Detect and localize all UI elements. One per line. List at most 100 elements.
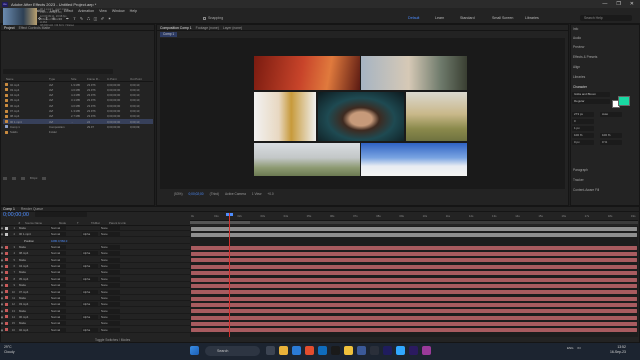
roto-brush-tool-icon[interactable]: ✐ [100,16,105,21]
project-item[interactable]: Solids Folder [3,130,153,135]
menu-window[interactable]: Window [112,9,125,13]
eraser-tool-icon[interactable]: ◫ [93,16,98,21]
layer-label-color[interactable] [5,315,8,319]
region-label[interactable]: IN [578,346,581,350]
project-search-input[interactable] [3,69,113,74]
layer-label-color[interactable] [5,302,8,306]
taskbar-search[interactable]: Search [205,346,260,356]
blend-mode-dropdown[interactable]: Normal [50,289,66,294]
premiere-icon[interactable] [383,346,392,355]
project-item[interactable]: Comp 1 Composition 29.97 0;00;00;00 0;00;09; [3,124,153,129]
after-effects-icon[interactable] [409,346,418,355]
task-view-icon[interactable] [266,346,275,355]
layer-duration-bar[interactable] [191,245,637,250]
media-icon[interactable] [331,346,340,355]
layer-duration-bar[interactable] [191,290,637,295]
layer-duration-bar[interactable] [191,309,637,314]
layer-duration-bar[interactable] [191,296,637,301]
parent-dropdown[interactable]: None [100,276,120,281]
app-icon[interactable] [357,346,366,355]
snapping-checkbox[interactable] [203,16,206,20]
layer-name[interactable]: 03.mp4 [16,302,50,306]
project-item[interactable]: 06.mp4 AVI 4.0 MB 23.976 0;00;00;00 0;00;10; [3,103,153,108]
layer-duration-bar[interactable] [191,252,637,257]
parent-dropdown[interactable]: None [100,283,120,288]
menu-view[interactable]: View [99,9,107,13]
layer-duration-bar[interactable] [191,264,637,269]
viewer-timecode[interactable]: 0;00;02;00 [189,192,204,196]
project-item[interactable]: 00 1.mp4 AVI... 24 0;00;00;00 0;00;10; [3,119,153,125]
exposure-value[interactable]: +0.0 [267,192,273,196]
parent-dropdown[interactable]: None [100,232,120,237]
layer-duration-bar[interactable] [191,283,637,288]
blend-mode-dropdown[interactable]: Normal [50,295,66,300]
workspace-default[interactable]: Default [408,16,419,20]
tab-layer[interactable]: Layer (none) [223,26,242,30]
layer-label-color[interactable] [5,290,8,293]
col-trkmat[interactable]: TrkMat [91,221,109,225]
workspace-standard[interactable]: Standard [460,16,475,20]
visibility-eye-icon[interactable]: ◉ [0,290,4,294]
track-matte-dropdown[interactable]: Alpha [82,302,98,307]
layer-name[interactable]: Matte [16,270,50,274]
layer-row[interactable]: ◉ 3 Matte Normal None [0,245,190,251]
menu-help[interactable]: Help [130,9,137,13]
col-label[interactable] [41,77,49,81]
character-heading[interactable]: Character [573,85,587,89]
comp-breadcrumb-item[interactable]: Comp 1 [160,31,178,37]
maximize-button[interactable]: ❐ [616,1,620,7]
parent-dropdown[interactable]: None [100,302,120,307]
col-type[interactable]: Type [49,77,71,81]
visibility-eye-icon[interactable]: ◉ [0,321,4,325]
close-button[interactable]: ✕ [630,1,634,7]
layer-name[interactable]: Matte [16,258,50,262]
track-matte-dropdown[interactable]: Alpha [82,327,98,332]
clone-stamp-tool-icon[interactable]: ⎍ [86,16,91,21]
parent-dropdown[interactable]: None [100,245,120,250]
layer-row[interactable]: ◉ 5 Matte Normal None [0,257,190,263]
workspace-small-screen[interactable]: Small Screen [492,16,513,20]
leading-field[interactable]: Auto [600,112,622,117]
layer-label-color[interactable] [5,264,8,268]
track-matte-dropdown[interactable]: Alpha [82,251,98,256]
snapping-toggle[interactable]: Snapping [203,16,223,20]
visibility-eye-icon[interactable]: ◉ [0,232,4,236]
toggle-switches-modes-button[interactable]: Toggle Switches / Modes [95,338,130,342]
views-dropdown[interactable]: 1 View [252,192,262,196]
composition-canvas[interactable] [160,38,565,189]
layer-label-color[interactable] [5,321,8,325]
font-style-dropdown[interactable]: Regular [572,99,610,104]
taskbar-clock[interactable]: 13:52 16-Sep-23 [610,345,626,354]
parent-dropdown[interactable]: None [100,251,120,256]
blend-mode-dropdown[interactable]: Normal [50,276,66,281]
workspace-libraries[interactable]: Libraries [525,16,539,20]
panel-tracker[interactable]: Tracker [573,178,584,182]
visibility-eye-icon[interactable]: ◉ [0,277,4,281]
layer-row[interactable]: ◉ 12 03.mp4 Normal Alpha None [0,302,190,308]
col-mode[interactable]: Mode [59,221,77,225]
app-icon[interactable] [370,346,379,355]
parent-dropdown[interactable]: None [100,327,120,332]
layer-name[interactable]: Position [16,239,50,243]
parent-dropdown[interactable]: None [100,226,120,230]
fill-color-swatch[interactable] [618,96,630,106]
parent-dropdown[interactable]: None [100,321,120,326]
baseline-shift-field[interactable]: 0 px [572,140,594,145]
current-time-indicator[interactable] [229,213,231,337]
interpret-footage-icon[interactable] [3,176,7,180]
layer-name[interactable]: 00 1.mp4 [16,232,50,236]
minimize-button[interactable]: — [602,1,607,7]
layer-name[interactable]: 04.mp4 [16,264,50,268]
blend-mode-dropdown[interactable]: Normal [50,245,66,250]
tab-project[interactable]: Project [4,26,15,30]
photoshop-icon[interactable] [396,346,405,355]
parent-dropdown[interactable]: None [100,314,120,319]
tab-footage[interactable]: Footage (none) [196,26,219,30]
col-frame-rate[interactable]: Frame R... [87,77,107,81]
store-icon[interactable] [318,346,327,355]
resolution-dropdown[interactable]: (Third) [210,192,219,196]
blend-mode-dropdown[interactable]: Normal [50,283,66,288]
col-size[interactable]: Size [71,77,87,81]
layer-label-color[interactable] [5,239,8,242]
blend-mode-dropdown[interactable]: Normal [50,232,66,237]
